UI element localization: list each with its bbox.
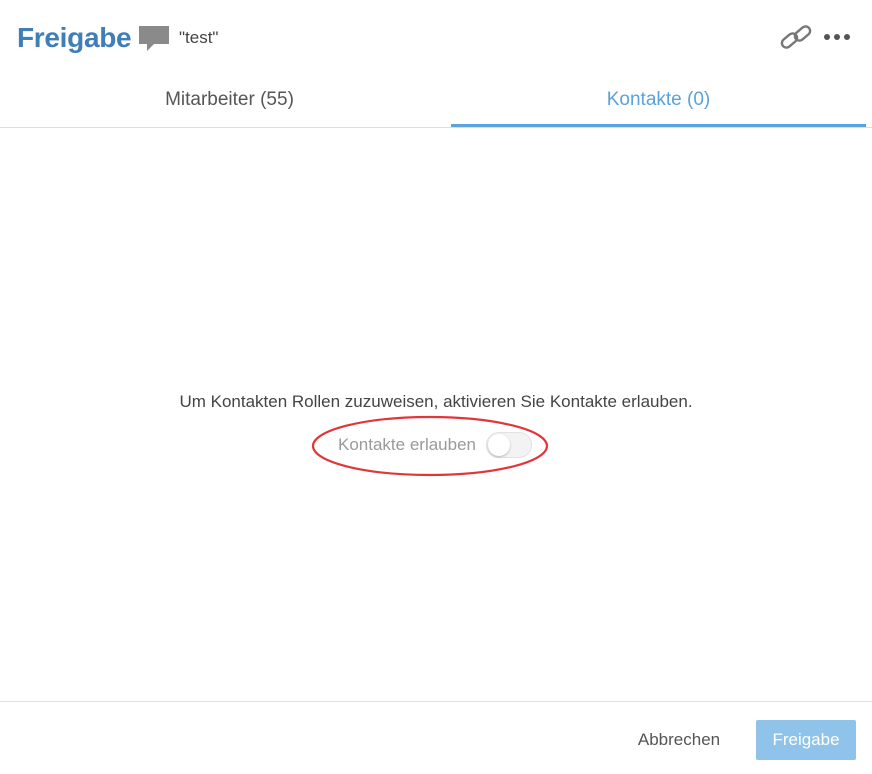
item-name: "test"	[179, 28, 219, 47]
cancel-button[interactable]: Abbrechen	[622, 720, 736, 760]
link-icon[interactable]	[779, 23, 813, 51]
dialog-header: Freigabe "test"	[0, 0, 872, 76]
contacts-info-message: Um Kontakten Rollen zuzuweisen, aktivier…	[179, 392, 693, 411]
toggle-knob	[488, 434, 510, 456]
share-dialog: Freigabe "test" Mitarbeiter (55) Kontakt…	[0, 0, 872, 774]
tab-bar: Mitarbeiter (55) Kontakte (0)	[0, 76, 872, 128]
comment-icon	[139, 26, 169, 51]
active-tab-indicator	[451, 124, 866, 127]
allow-contacts-toggle[interactable]	[486, 432, 532, 458]
more-dots-icon[interactable]	[823, 30, 851, 44]
dialog-title: Freigabe	[17, 22, 132, 53]
share-button[interactable]: Freigabe	[756, 720, 856, 760]
allow-contacts-row: Kontakte erlauben	[338, 432, 532, 458]
allow-contacts-label: Kontakte erlauben	[338, 435, 476, 454]
tab-contacts[interactable]: Kontakte (0)	[451, 76, 866, 127]
dialog-footer: Abbrechen Freigabe	[0, 701, 872, 774]
tab-employees[interactable]: Mitarbeiter (55)	[8, 76, 451, 127]
